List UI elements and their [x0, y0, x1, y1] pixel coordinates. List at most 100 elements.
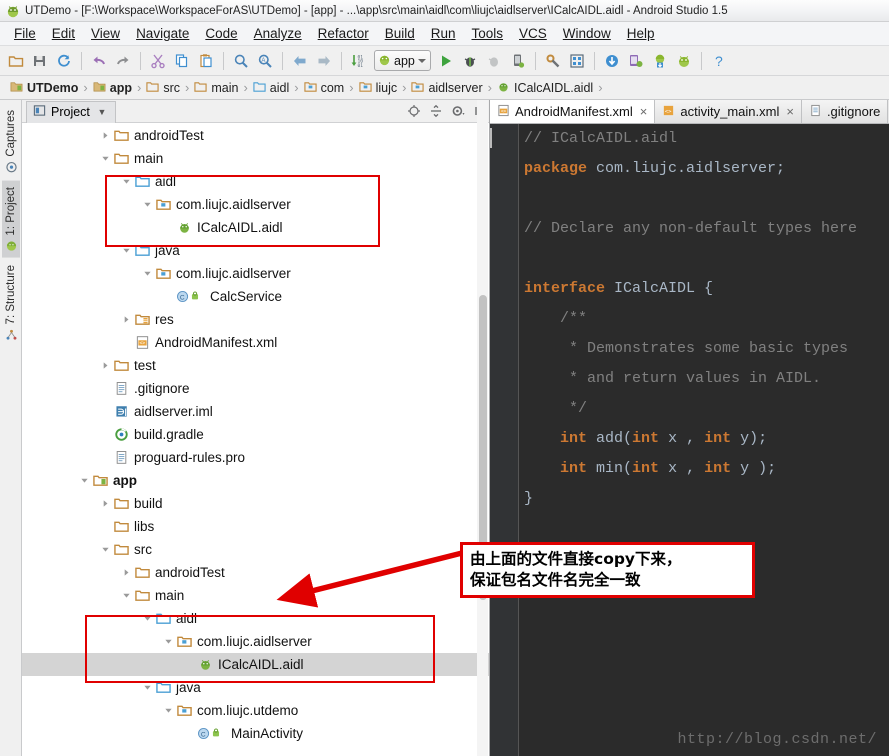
android-icon[interactable] — [673, 50, 695, 72]
sync-project-gradle-icon[interactable]: 011001 — [348, 50, 370, 72]
forward-arrow-icon[interactable] — [313, 50, 335, 72]
editor-canvas[interactable]: // ICalcAIDL.aidlpackage com.liujc.aidls… — [490, 124, 889, 756]
chevron-right-icon[interactable] — [99, 497, 112, 510]
tree-row[interactable]: main — [22, 147, 489, 170]
menu-analyze[interactable]: Analyze — [246, 24, 310, 43]
run-icon[interactable] — [435, 50, 457, 72]
open-folder-icon[interactable] — [5, 50, 27, 72]
tree-row[interactable]: ∋|aidlserver.iml — [22, 400, 489, 423]
tree-row[interactable]: com.liujc.aidlserver — [22, 193, 489, 216]
menu-vcs[interactable]: VCS — [511, 24, 555, 43]
project-tree-scrollbar[interactable] — [477, 100, 488, 756]
breadcrumb-item-app[interactable]: app — [89, 79, 136, 97]
chevron-right-icon[interactable] — [120, 313, 133, 326]
tree-row[interactable]: com.liujc.aidlserver — [22, 630, 489, 653]
tree-row[interactable]: res — [22, 308, 489, 331]
sdk-manager-icon[interactable] — [542, 50, 564, 72]
sync-refresh-icon[interactable] — [53, 50, 75, 72]
chevron-right-icon[interactable] — [120, 566, 133, 579]
android-download-icon[interactable] — [649, 50, 671, 72]
save-all-icon[interactable] — [29, 50, 51, 72]
menu-build[interactable]: Build — [377, 24, 423, 43]
chevron-down-icon[interactable] — [99, 152, 112, 165]
cut-icon[interactable] — [147, 50, 169, 72]
menu-run[interactable]: Run — [423, 24, 464, 43]
editor-tab-gitignore[interactable]: .gitignore — [802, 100, 888, 123]
tree-row[interactable]: main — [22, 584, 489, 607]
tree-row[interactable]: aidl — [22, 607, 489, 630]
breadcrumb-item-com[interactable]: com — [300, 79, 349, 97]
chevron-down-icon[interactable] — [141, 198, 154, 211]
tree-row[interactable]: ICalcAIDL.aidl — [22, 653, 489, 676]
menu-bar[interactable]: File Edit View Navigate Code Analyze Ref… — [0, 22, 889, 46]
tree-row[interactable]: com.liujc.utdemo — [22, 699, 489, 722]
chevron-down-icon[interactable] — [162, 704, 175, 717]
chevron-right-icon[interactable] — [99, 129, 112, 142]
tree-row[interactable]: java — [22, 676, 489, 699]
editor-code-text[interactable]: // ICalcAIDL.aidlpackage com.liujc.aidls… — [524, 124, 889, 756]
editor-tab-activitymain[interactable]: <> activity_main.xml × — [655, 100, 802, 123]
chevron-down-icon[interactable] — [141, 267, 154, 280]
project-view-selector[interactable]: Project ▼ — [26, 101, 116, 123]
settings-gear-icon[interactable] — [449, 102, 467, 120]
breadcrumb-item-liujc[interactable]: liujc — [355, 79, 402, 97]
menu-refactor[interactable]: Refactor — [310, 24, 377, 43]
chevron-down-icon[interactable] — [141, 612, 154, 625]
tree-row[interactable]: .gitignore — [22, 377, 489, 400]
copy-icon[interactable] — [171, 50, 193, 72]
tree-row[interactable]: androidTest — [22, 561, 489, 584]
menu-edit[interactable]: Edit — [44, 24, 83, 43]
undo-icon[interactable] — [88, 50, 110, 72]
breadcrumb-item-aidl[interactable]: aidl — [249, 79, 293, 97]
vcs-update-icon[interactable] — [601, 50, 623, 72]
tree-row[interactable]: libs — [22, 515, 489, 538]
chevron-down-icon[interactable]: ▼ — [95, 107, 109, 117]
tree-row[interactable]: src — [22, 538, 489, 561]
paste-icon[interactable] — [195, 50, 217, 72]
find-icon[interactable] — [230, 50, 252, 72]
tree-row[interactable]: <>AndroidManifest.xml — [22, 331, 489, 354]
chevron-down-icon[interactable] — [120, 175, 133, 188]
tree-row[interactable]: build.gradle — [22, 423, 489, 446]
menu-file[interactable]: File — [6, 24, 44, 43]
chevron-down-icon[interactable] — [99, 543, 112, 556]
menu-view[interactable]: View — [83, 24, 128, 43]
chevron-down-icon[interactable] — [162, 635, 175, 648]
breadcrumb-item-aidlserver[interactable]: aidlserver — [407, 79, 486, 97]
redo-icon[interactable] — [112, 50, 134, 72]
tree-row[interactable]: aidl — [22, 170, 489, 193]
menu-window[interactable]: Window — [555, 24, 619, 43]
run-configuration-selector[interactable]: app — [374, 50, 431, 71]
breadcrumb-item-utdemo[interactable]: UTDemo — [6, 79, 82, 97]
tree-row[interactable]: ICalcAIDL.aidl — [22, 216, 489, 239]
back-arrow-icon[interactable] — [289, 50, 311, 72]
tree-row[interactable]: CCalcService — [22, 285, 489, 308]
collapse-all-icon[interactable] — [427, 102, 445, 120]
device-monitor-icon[interactable] — [625, 50, 647, 72]
menu-tools[interactable]: Tools — [464, 24, 512, 43]
tree-row[interactable]: app — [22, 469, 489, 492]
locate-target-icon[interactable] — [405, 102, 423, 120]
tree-row[interactable]: proguard-rules.pro — [22, 446, 489, 469]
chevron-down-icon[interactable] — [120, 244, 133, 257]
menu-navigate[interactable]: Navigate — [128, 24, 197, 43]
tree-row[interactable]: CMainActivity — [22, 722, 489, 745]
breadcrumb-item-icalcaidl[interactable]: ICalcAIDL.aidl — [493, 79, 597, 97]
debug-icon[interactable] — [459, 50, 481, 72]
breadcrumb-item-src[interactable]: src — [142, 79, 184, 97]
tree-row[interactable]: com.liujc.aidlserver — [22, 262, 489, 285]
breadcrumb-item-main[interactable]: main — [190, 79, 242, 97]
attach-debugger-icon[interactable] — [483, 50, 505, 72]
close-icon[interactable]: × — [640, 104, 648, 119]
replace-icon[interactable]: A — [254, 50, 276, 72]
chevron-down-icon[interactable] — [78, 474, 91, 487]
help-icon[interactable]: ? — [708, 50, 730, 72]
editor-gutter[interactable] — [490, 124, 518, 756]
chevron-right-icon[interactable] — [99, 359, 112, 372]
tree-row[interactable]: androidTest — [22, 124, 489, 147]
chevron-down-icon[interactable] — [120, 589, 133, 602]
tree-row[interactable]: build — [22, 492, 489, 515]
editor-tab-androidmanifest[interactable]: <> AndroidManifest.xml × — [490, 100, 655, 123]
tool-tab-captures[interactable]: Captures — [2, 104, 20, 179]
menu-code[interactable]: Code — [197, 24, 245, 43]
